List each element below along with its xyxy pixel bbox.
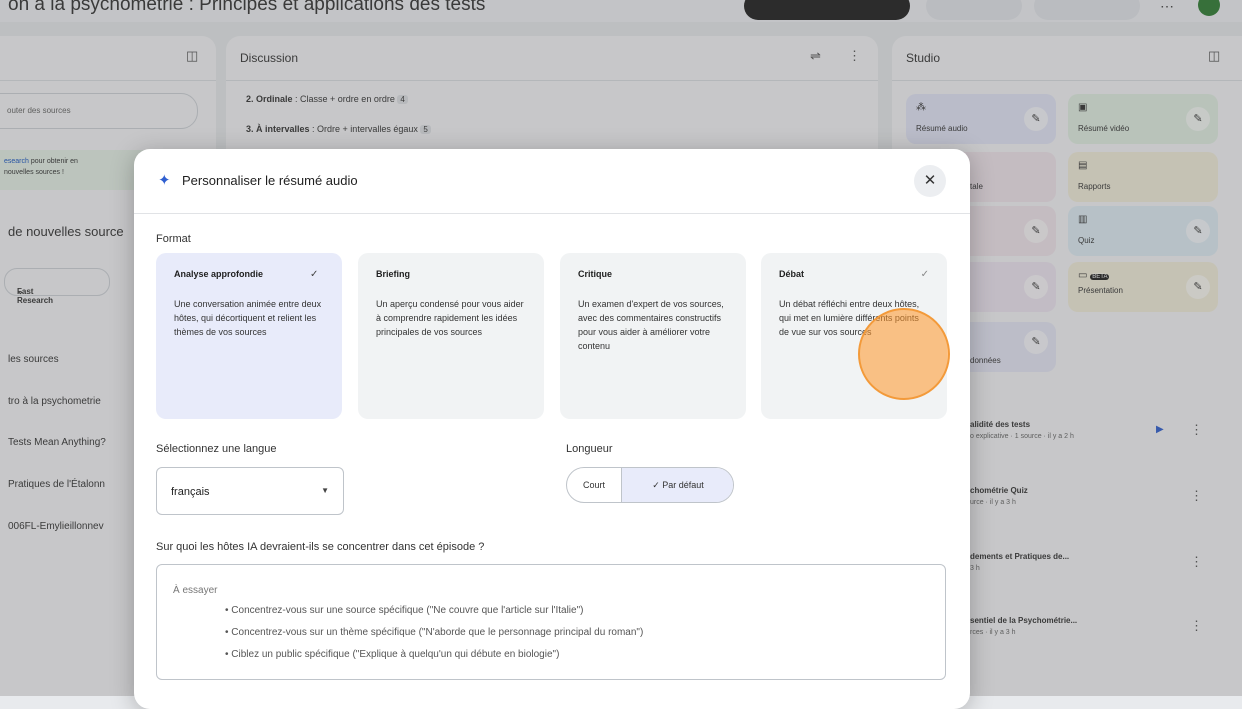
length-option-default[interactable]: ✓ Par défaut: [622, 468, 733, 502]
format-label: Format: [156, 233, 191, 245]
sparkle-icon: ✦: [158, 172, 171, 189]
close-button[interactable]: ✕: [914, 165, 946, 197]
focus-suggestion: • Concentrez-vous sur un thème spécifiqu…: [225, 627, 644, 638]
check-icon: ✓: [920, 269, 929, 280]
dialog-header: ✦ Personnaliser le résumé audio ✕: [134, 149, 970, 214]
language-value: français: [171, 486, 210, 498]
format-card-critique[interactable]: Critique Un examen d'expert de vos sourc…: [560, 253, 746, 419]
focus-textarea[interactable]: À essayer • Concentrez-vous sur une sour…: [156, 564, 946, 680]
length-option-short[interactable]: Court: [567, 468, 622, 502]
check-icon: ✓: [652, 480, 660, 490]
card-title: Briefing: [376, 269, 411, 279]
cursor-highlight: [858, 308, 950, 400]
language-select[interactable]: français ▼: [156, 467, 344, 515]
language-label: Sélectionnez une langue: [156, 443, 277, 455]
format-card-briefing[interactable]: Briefing Un aperçu condensé pour vous ai…: [358, 253, 544, 419]
focus-label: Sur quoi les hôtes IA devraient-ils se c…: [156, 541, 485, 553]
card-title: Débat: [779, 269, 805, 279]
card-title: Analyse approfondie: [174, 269, 264, 279]
focus-suggestion: • Concentrez-vous sur une source spécifi…: [225, 605, 584, 616]
length-toggle: Court ✓ Par défaut: [566, 467, 734, 503]
close-icon: ✕: [923, 172, 937, 189]
card-title: Critique: [578, 269, 613, 279]
dialog-title: Personnaliser le résumé audio: [182, 173, 358, 188]
customize-audio-dialog: ✦ Personnaliser le résumé audio ✕ Format…: [134, 149, 970, 709]
focus-placeholder: À essayer: [173, 585, 218, 596]
card-description: Un aperçu condensé pour vous aider à com…: [376, 299, 524, 337]
check-icon: ✓: [310, 269, 319, 280]
card-description: Une conversation animée entre deux hôtes…: [174, 299, 322, 337]
length-label: Longueur: [566, 443, 613, 455]
format-card-deep-dive[interactable]: Analyse approfondie ✓ Une conversation a…: [156, 253, 342, 419]
card-description: Un examen d'expert de vos sources, avec …: [578, 299, 724, 351]
focus-suggestion: • Ciblez un public spécifique ("Explique…: [225, 649, 560, 660]
dropdown-arrow-icon: ▼: [321, 486, 329, 495]
